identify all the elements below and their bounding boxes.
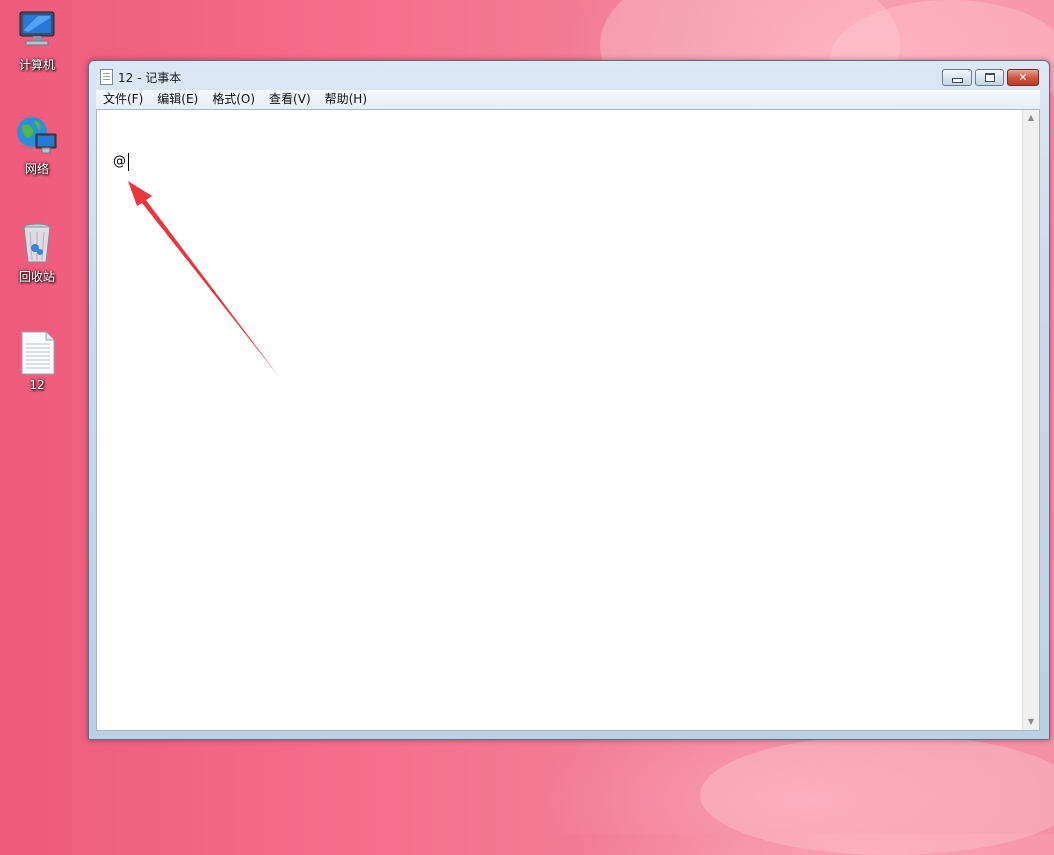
desktop-icon-label: 12 xyxy=(29,378,45,392)
desktop-icon-computer[interactable]: 计算机 xyxy=(4,8,70,73)
vertical-scrollbar[interactable]: ▲ ▼ xyxy=(1022,110,1039,730)
menu-bar: 文件(F) 编辑(E) 格式(O) 查看(V) 帮助(H) xyxy=(96,90,1040,109)
notepad-icon xyxy=(100,69,113,85)
desktop-icon-recycle-bin[interactable]: 回收站 xyxy=(4,220,70,285)
menu-format[interactable]: 格式(O) xyxy=(205,90,262,109)
title-bar[interactable]: 12 - 记事本 ✕ xyxy=(89,61,1049,91)
text-caret xyxy=(128,153,129,171)
desktop-icon-label: 网络 xyxy=(24,162,49,176)
desktop-icon-text-file[interactable]: 12 xyxy=(4,330,70,392)
window-title: 12 - 记事本 xyxy=(118,71,182,85)
desktop-icon-network[interactable]: 网络 xyxy=(4,112,70,177)
computer-icon xyxy=(14,8,60,54)
menu-edit[interactable]: 编辑(E) xyxy=(150,90,205,109)
desktop-icon-label: 回收站 xyxy=(18,270,55,284)
desktop-icon-label: 计算机 xyxy=(18,58,55,72)
wallpaper-decoration xyxy=(700,735,1054,855)
minimize-icon xyxy=(951,78,963,83)
menu-file[interactable]: 文件(F) xyxy=(96,90,150,109)
close-button[interactable]: ✕ xyxy=(1007,69,1039,86)
editor-content: @ xyxy=(113,154,126,169)
close-icon: ✕ xyxy=(1018,71,1028,84)
maximize-button[interactable] xyxy=(975,69,1004,86)
recycle-bin-icon xyxy=(14,220,60,266)
text-file-icon xyxy=(14,330,60,376)
maximize-icon xyxy=(984,73,995,82)
text-editor-area[interactable]: @ ▲ ▼ xyxy=(96,109,1040,731)
scroll-down-button[interactable]: ▼ xyxy=(1023,714,1039,730)
scroll-up-button[interactable]: ▲ xyxy=(1023,110,1039,126)
notepad-window[interactable]: 12 - 记事本 ✕ 文件(F) 编辑(E) 格式(O) 查看(V) 帮助(H)… xyxy=(88,60,1050,740)
menu-help[interactable]: 帮助(H) xyxy=(318,90,374,109)
menu-view[interactable]: 查看(V) xyxy=(262,90,318,109)
network-icon xyxy=(14,112,60,158)
minimize-button[interactable] xyxy=(942,69,972,86)
